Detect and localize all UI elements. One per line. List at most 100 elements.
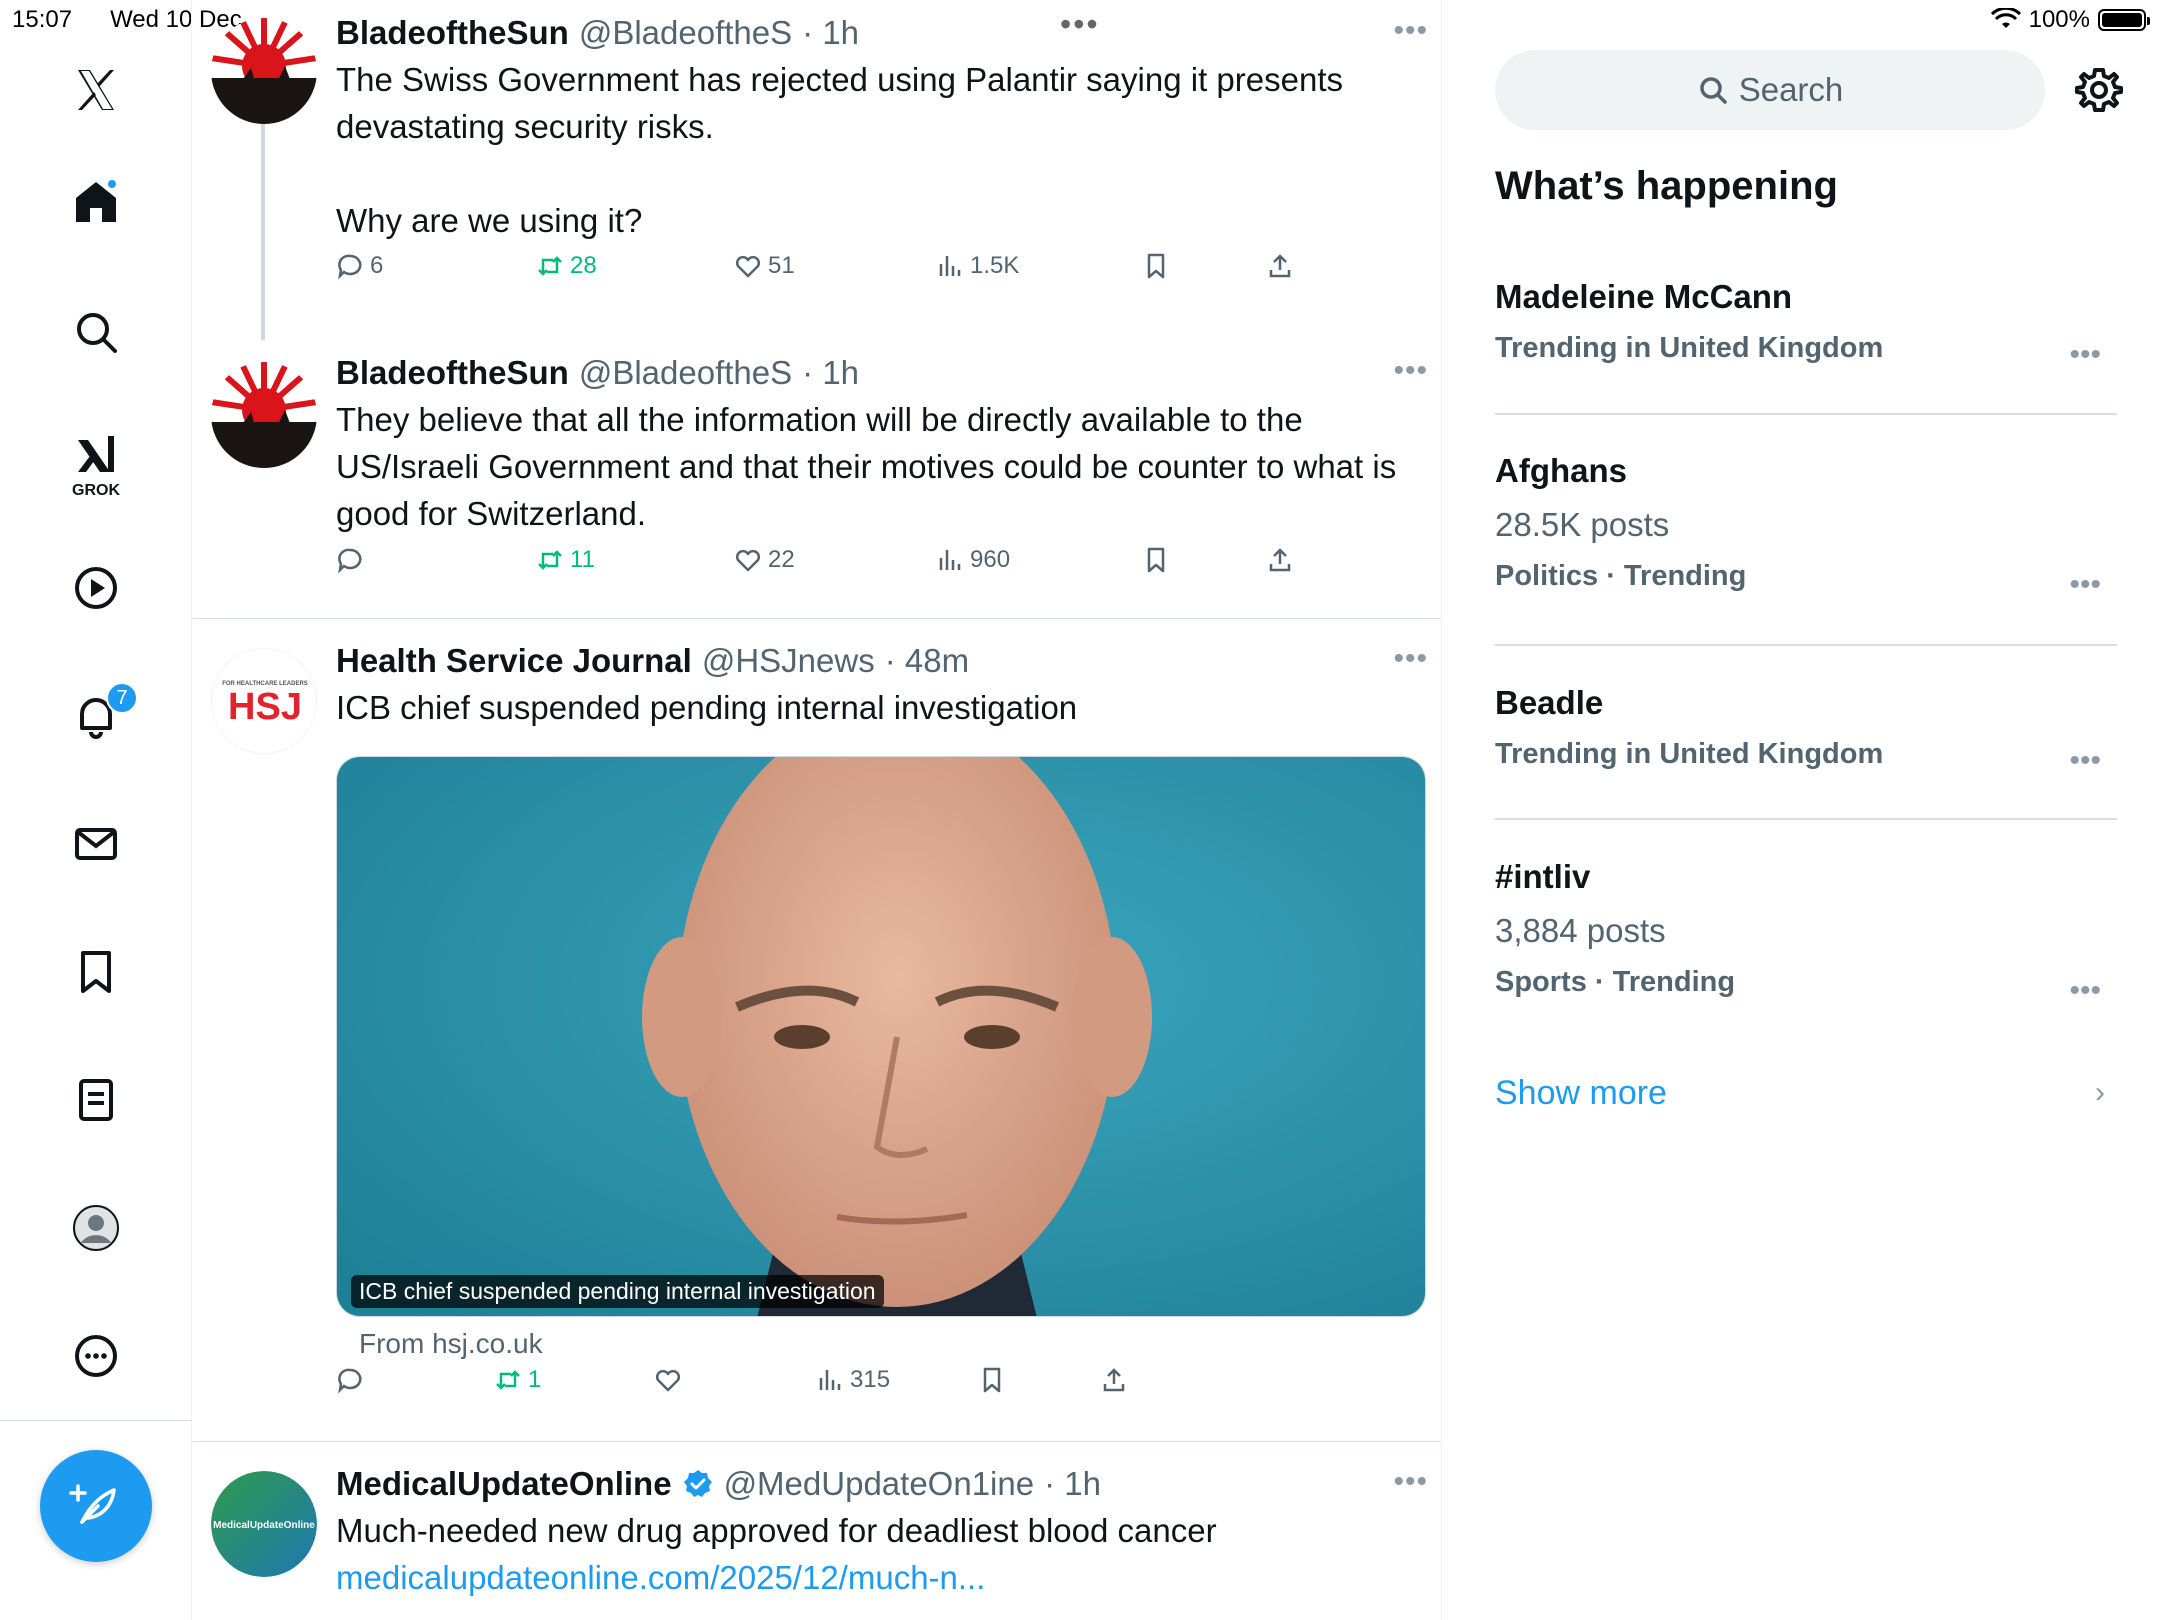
- compose-post-button[interactable]: [40, 1450, 152, 1562]
- view-count: 960: [970, 546, 1011, 573]
- repost-button[interactable]: 28: [536, 252, 597, 280]
- nav-lists[interactable]: [66, 1070, 126, 1130]
- tweet[interactable]: BladeoftheSun @BladeoftheS · 1h They bel…: [193, 340, 1441, 619]
- list-icon: [79, 1079, 113, 1121]
- nav-grok[interactable]: GROK: [66, 426, 126, 499]
- more-options-icon[interactable]: •••: [2069, 568, 2101, 602]
- reply-button[interactable]: [336, 1366, 370, 1394]
- nav-profile[interactable]: [66, 1198, 126, 1258]
- trend-item[interactable]: Madeleine McCann Trending in United King…: [1495, 278, 2117, 371]
- like-button[interactable]: 22: [734, 546, 795, 574]
- show-more-link[interactable]: Show more: [1495, 1074, 1667, 1113]
- tweet[interactable]: FOR HEALTHCARE LEADERS HSJ Health Service…: [193, 620, 1441, 1442]
- repost-button[interactable]: 1: [494, 1366, 541, 1394]
- more-options-icon[interactable]: •••: [1393, 14, 1428, 48]
- tweet[interactable]: BladeoftheSun @BladeoftheS · 1h The Swis…: [193, 0, 1441, 340]
- repost-icon: [496, 1370, 520, 1390]
- search-icon: [77, 313, 117, 353]
- more-options-icon[interactable]: •••: [2069, 744, 2101, 778]
- bookmark-button[interactable]: [978, 1366, 1006, 1394]
- views-button[interactable]: 1.5K: [936, 252, 1019, 280]
- more-options-icon[interactable]: •••: [1393, 1465, 1428, 1499]
- trend-title: Afghans: [1495, 452, 1627, 489]
- nav-notifications[interactable]: 7: [66, 682, 138, 746]
- tweet-header: BladeoftheSun @BladeoftheS · 1h: [336, 354, 1430, 392]
- reply-button[interactable]: 6: [336, 252, 383, 280]
- chevron-right-icon[interactable]: ›: [2095, 1076, 2105, 1110]
- reply-button[interactable]: [336, 546, 370, 574]
- search-icon: [1699, 77, 1727, 104]
- bookmark-button[interactable]: [1142, 546, 1170, 574]
- author-handle[interactable]: @BladeoftheS: [579, 354, 792, 392]
- author-name[interactable]: Health Service Journal: [336, 642, 692, 680]
- repost-count: 28: [570, 252, 597, 279]
- more-options-icon[interactable]: •••: [2069, 974, 2101, 1008]
- nav-more[interactable]: [66, 1326, 126, 1386]
- tweet-header: MedicalUpdateOnline @MedUpdateOn1ine · 1…: [336, 1465, 1430, 1503]
- avatar[interactable]: [211, 18, 317, 124]
- reply-icon: [338, 254, 362, 280]
- like-button[interactable]: [654, 1366, 688, 1394]
- trend-meta: Sports · Trending: [1495, 966, 1736, 998]
- tweet-link[interactable]: medicalupdateonline.com/2025/12/much-n..…: [336, 1554, 1430, 1601]
- more-options-icon[interactable]: •••: [1393, 354, 1428, 388]
- repost-count: 1: [528, 1366, 542, 1393]
- like-button[interactable]: 51: [734, 252, 795, 280]
- link-card-image[interactable]: ICB chief suspended pending internal inv…: [336, 756, 1426, 1317]
- tweet-time: · 1h: [1044, 1465, 1101, 1502]
- nav-video[interactable]: [66, 558, 126, 618]
- author-handle[interactable]: @HSJnews: [702, 642, 875, 680]
- nav-explore[interactable]: [66, 302, 126, 362]
- author-name[interactable]: MedicalUpdateOnline: [336, 1465, 672, 1503]
- trend-meta: Politics · Trending: [1495, 560, 1747, 592]
- tweet-time: · 1h: [802, 354, 860, 391]
- repost-button[interactable]: 11: [536, 546, 595, 574]
- share-button[interactable]: [1266, 252, 1294, 280]
- grok-icon: [78, 436, 114, 472]
- svg-text:MedicalUpdateOnline: MedicalUpdateOnline: [213, 1520, 315, 1531]
- trend-item[interactable]: Beadle Trending in United Kingdom •••: [1495, 684, 2117, 777]
- trend-item[interactable]: #intliv 3,884 posts Sports · Trending ••…: [1495, 858, 2117, 1007]
- search-bar[interactable]: Search: [1495, 50, 2045, 130]
- share-icon: [1269, 548, 1291, 572]
- trend-divider: [1495, 818, 2117, 820]
- trend-divider: [1495, 644, 2117, 646]
- nav-bookmarks[interactable]: [66, 942, 126, 1002]
- view-count: 315: [850, 1366, 891, 1393]
- trend-posts: 28.5K posts: [1495, 506, 1670, 543]
- author-name[interactable]: BladeoftheSun: [336, 354, 569, 392]
- mail-icon: [75, 828, 117, 860]
- repost-count: 11: [570, 546, 595, 573]
- nav-home[interactable]: [66, 172, 126, 232]
- author-name[interactable]: BladeoftheSun: [336, 14, 569, 52]
- tweet-text: Much-needed new drug approved for deadli…: [336, 1512, 1217, 1549]
- avatar[interactable]: FOR HEALTHCARE LEADERS HSJ: [211, 648, 317, 754]
- avatar[interactable]: [211, 362, 317, 468]
- share-icon: [1269, 254, 1291, 278]
- share-button[interactable]: [1100, 1366, 1128, 1394]
- more-options-icon[interactable]: •••: [2069, 338, 2101, 372]
- author-handle[interactable]: @MedUpdateOn1ine: [724, 1465, 1035, 1503]
- like-count: 51: [768, 252, 795, 279]
- card-source[interactable]: From hsj.co.uk: [359, 1328, 543, 1360]
- gear-icon[interactable]: [2075, 66, 2123, 114]
- trend-divider: [1495, 413, 2117, 415]
- more-options-icon[interactable]: •••: [1393, 642, 1428, 676]
- nav-messages[interactable]: [66, 814, 126, 874]
- avatar[interactable]: MedicalUpdateOnline: [211, 1471, 317, 1577]
- trend-item[interactable]: Afghans 28.5K posts Politics · Trending …: [1495, 452, 2117, 601]
- card-caption: ICB chief suspended pending internal inv…: [351, 1275, 884, 1308]
- views-button[interactable]: 315: [816, 1366, 890, 1394]
- trend-posts: 3,884 posts: [1495, 912, 1666, 949]
- share-button[interactable]: [1266, 546, 1294, 574]
- home-timeline[interactable]: BladeoftheSun @BladeoftheS · 1h The Swis…: [193, 0, 1442, 1620]
- views-button[interactable]: 960: [936, 546, 1010, 574]
- tweet[interactable]: MedicalUpdateOnline MedicalUpdateOnline …: [193, 1443, 1441, 1620]
- bookmark-icon: [1147, 253, 1165, 279]
- bookmark-button[interactable]: [1142, 252, 1170, 280]
- trend-meta: Trending in United Kingdom: [1495, 738, 1884, 770]
- author-handle[interactable]: @BladeoftheS: [579, 14, 792, 52]
- notifications-badge: 7: [106, 682, 138, 714]
- feather-plus-icon: [69, 1484, 116, 1524]
- x-logo-icon[interactable]: [66, 60, 126, 120]
